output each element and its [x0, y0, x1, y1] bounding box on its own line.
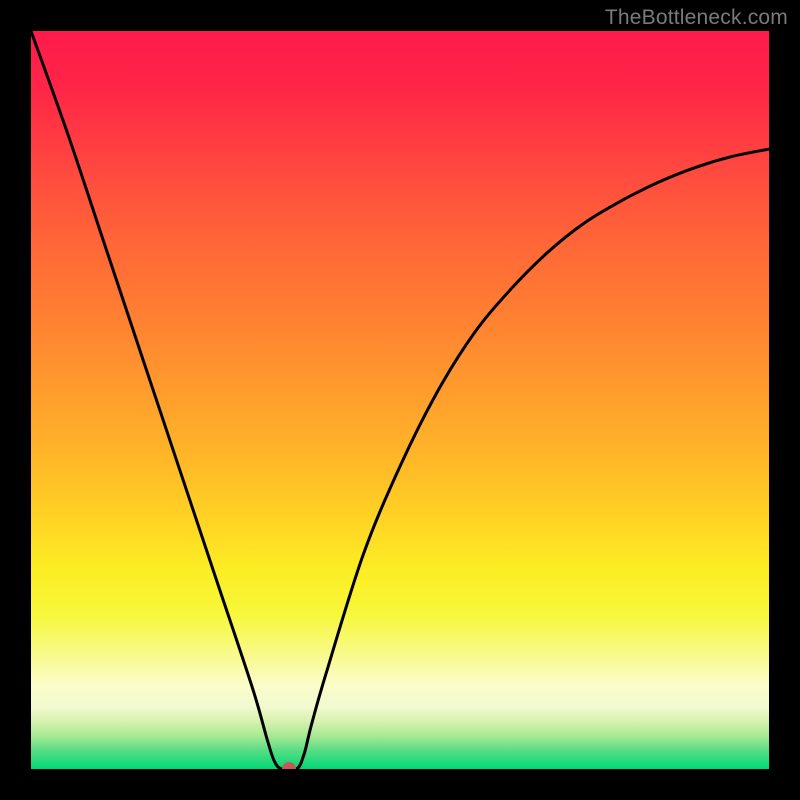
- watermark-text: TheBottleneck.com: [605, 6, 788, 30]
- minimum-marker: [282, 762, 296, 769]
- plot-area: [31, 31, 769, 769]
- bottleneck-curve: [31, 31, 769, 769]
- chart-stage: TheBottleneck.com: [0, 0, 800, 800]
